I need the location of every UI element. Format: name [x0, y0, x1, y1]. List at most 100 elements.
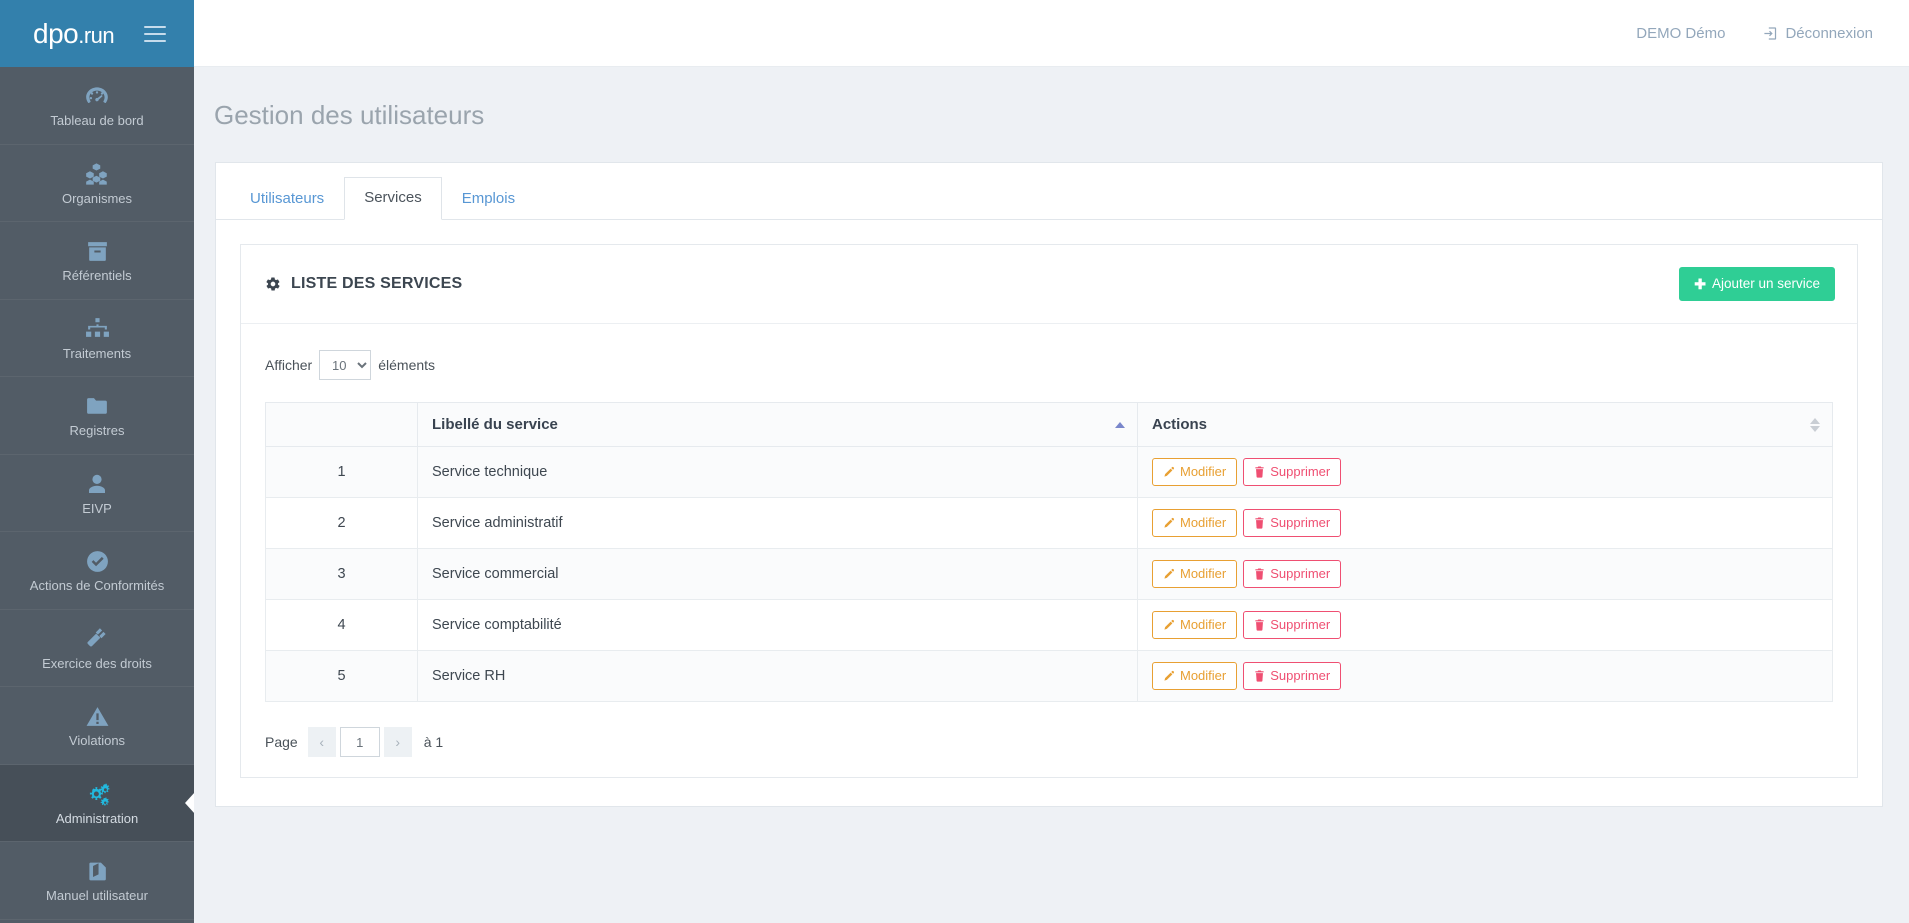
sidebar-item-violations[interactable]: Violations — [0, 687, 194, 765]
sign-out-icon — [1763, 26, 1778, 41]
tab-bar: Utilisateurs Services Emplois — [216, 163, 1882, 221]
edit-button[interactable]: Modifier — [1152, 611, 1238, 640]
page-number-input[interactable] — [339, 727, 380, 758]
edit-button[interactable]: Modifier — [1152, 662, 1238, 691]
pencil-square-icon — [1163, 466, 1175, 478]
tab-emplois[interactable]: Emplois — [442, 178, 535, 220]
sidebar-item-label: Violations — [68, 733, 126, 749]
delete-button[interactable]: Supprimer — [1243, 458, 1342, 487]
main-content: Gestion des utilisateurs Utilisateurs Se… — [194, 67, 1909, 923]
table-header-row: Libellé du service Actions — [265, 402, 1833, 448]
delete-button[interactable]: Supprimer — [1243, 509, 1342, 538]
pagination-total: à 1 — [423, 734, 444, 751]
delete-button[interactable]: Supprimer — [1243, 611, 1342, 640]
logout-button[interactable]: Déconnexion — [1763, 25, 1873, 42]
sidebar-item-tableau-de-bord[interactable]: Tableau de bord — [0, 67, 194, 145]
column-header-actions[interactable]: Actions — [1137, 402, 1833, 448]
hamburger-bar — [144, 32, 166, 35]
length-suffix-label: éléments — [378, 357, 436, 374]
column-header-actions-text: Actions — [1152, 416, 1208, 434]
sidebar-item-organismes[interactable]: Organismes — [0, 145, 194, 222]
trash-icon — [1254, 619, 1265, 631]
row-label: Service administratif — [417, 497, 1138, 550]
action-button-group: Modifier Supprimer — [1152, 560, 1818, 589]
edit-label: Modifier — [1180, 515, 1227, 531]
table-body: 1 Service technique Modifier Supprimer 2… — [265, 446, 1833, 703]
folder-icon — [85, 393, 110, 419]
action-button-group: Modifier Supprimer — [1152, 458, 1818, 487]
edit-button[interactable]: Modifier — [1152, 509, 1238, 538]
logo-suffix-text: .run — [78, 22, 115, 48]
row-index: 1 — [265, 446, 418, 499]
sidebar-item-label: Administration — [55, 810, 139, 826]
delete-button[interactable]: Supprimer — [1243, 560, 1342, 589]
tab-panel: Utilisateurs Services Emplois LISTE DES … — [215, 162, 1883, 808]
delete-label: Supprimer — [1270, 464, 1331, 480]
action-button-group: Modifier Supprimer — [1152, 509, 1818, 538]
row-actions: Modifier Supprimer — [1137, 548, 1833, 601]
length-prefix-label: Afficher — [265, 357, 313, 374]
edit-label: Modifier — [1180, 566, 1227, 582]
sidebar-item-administration[interactable]: Administration — [0, 764, 194, 842]
services-table: Libellé du service Actions 1 Service tec… — [265, 402, 1833, 703]
sidebar: dpo.run Tableau de bord Organismes Référ… — [0, 0, 194, 923]
table-head: Libellé du service Actions — [265, 402, 1833, 448]
hamburger-bar — [144, 25, 166, 28]
column-header-libelle[interactable]: Libellé du service — [417, 402, 1138, 448]
sort-both-icon — [1810, 417, 1820, 432]
sidebar-item-registres[interactable]: Registres — [0, 377, 194, 455]
tab-services[interactable]: Services — [344, 177, 442, 221]
sidebar-item-label: Manuel utilisateur — [46, 888, 148, 904]
sidebar-item-label: Référentiels — [62, 268, 132, 284]
sidebar-item-referentiels[interactable]: Référentiels — [0, 222, 194, 300]
pencil-square-icon — [1163, 568, 1175, 580]
top-header: DEMO Démo Déconnexion — [194, 0, 1909, 67]
chevron-left-icon[interactable]: ‹ — [307, 727, 336, 758]
row-label: Service RH — [417, 650, 1138, 703]
pagination-label: Page — [265, 734, 298, 751]
row-index: 5 — [265, 650, 418, 703]
sidebar-item-eivp[interactable]: EIVP — [0, 455, 194, 532]
app-root: dpo.run Tableau de bord Organismes Référ… — [0, 0, 1909, 923]
sidebar-item-exercice-des-droits[interactable]: Exercice des droits — [0, 610, 194, 687]
table-row: 3 Service commercial Modifier Supprimer — [265, 548, 1833, 601]
sidebar-item-traitements[interactable]: Traitements — [0, 300, 194, 377]
sidebar-item-actions-de-conformites[interactable]: Actions de Conformités — [0, 532, 194, 610]
sidebar-item-label: Actions de Conformités — [29, 578, 165, 594]
edit-label: Modifier — [1180, 464, 1227, 480]
trash-icon — [1254, 517, 1265, 529]
edit-button[interactable]: Modifier — [1152, 560, 1238, 589]
sidebar-item-label: Exercice des droits — [42, 655, 152, 671]
current-user-name: DEMO Démo — [1636, 24, 1726, 42]
row-label: Service commercial — [417, 548, 1138, 601]
page-length-select[interactable]: 10 25 50 100 — [319, 350, 372, 381]
row-label: Service technique — [417, 446, 1138, 499]
hamburger-icon[interactable] — [144, 25, 166, 42]
sidebar-item-label: Organismes — [61, 190, 133, 206]
add-service-button[interactable]: ✚ Ajouter un service — [1679, 267, 1835, 302]
sidebar-item-label: Tableau de bord — [50, 113, 144, 129]
cubes-icon — [84, 161, 110, 187]
cogs-icon — [84, 781, 111, 807]
check-circle-icon — [85, 548, 110, 574]
book-icon — [85, 858, 110, 884]
row-actions: Modifier Supprimer — [1137, 599, 1833, 652]
trash-icon — [1254, 670, 1265, 682]
chevron-right-icon[interactable]: › — [383, 727, 412, 758]
sitemap-icon — [85, 316, 110, 342]
table-row: 2 Service administratif Modifier Supprim… — [265, 497, 1833, 550]
logo[interactable]: dpo.run — [33, 17, 115, 49]
tab-utilisateurs[interactable]: Utilisateurs — [230, 178, 344, 220]
gavel-icon — [85, 626, 110, 652]
action-button-group: Modifier Supprimer — [1152, 611, 1818, 640]
column-header-index[interactable] — [265, 402, 418, 448]
delete-button[interactable]: Supprimer — [1243, 662, 1342, 691]
table-length-control: Afficher 10 25 50 100 éléments — [265, 350, 1833, 381]
sidebar-item-manuel-utilisateur[interactable]: Manuel utilisateur — [0, 842, 194, 920]
logo-main-text: dpo — [33, 17, 79, 49]
row-index: 3 — [265, 548, 418, 601]
row-actions: Modifier Supprimer — [1137, 497, 1833, 550]
edit-button[interactable]: Modifier — [1152, 458, 1238, 487]
sort-ascending-icon — [1115, 421, 1125, 428]
services-card: LISTE DES SERVICES ✚ Ajouter un service … — [240, 244, 1858, 779]
